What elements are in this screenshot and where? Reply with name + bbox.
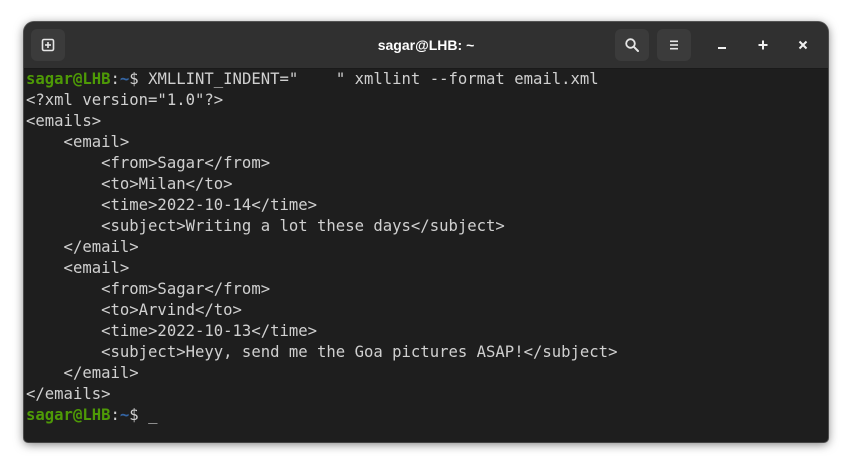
hamburger-menu-icon xyxy=(670,40,678,50)
close-button[interactable] xyxy=(791,33,815,57)
prompt-symbol: $ xyxy=(129,406,149,424)
prompt-path: ~ xyxy=(119,70,130,88)
prompt-user: sagar@LHB xyxy=(26,406,111,424)
prompt-path: ~ xyxy=(119,406,130,424)
close-icon xyxy=(798,40,808,50)
output-line: <from>Sagar</from> xyxy=(26,154,271,172)
terminal-window: sagar@LHB: ~ sagar@LHB:~$ XMLLINT_INDENT… xyxy=(24,22,828,442)
prompt-line: sagar@LHB:~$ _ xyxy=(24,405,828,426)
search-icon xyxy=(625,38,639,52)
search-button[interactable] xyxy=(615,29,649,61)
command-text: XMLLINT_INDENT=" " xmllint --format emai… xyxy=(148,70,599,88)
output-line: <emails> xyxy=(26,112,102,130)
prompt-user: sagar@LHB xyxy=(26,70,111,88)
title-bar[interactable]: sagar@LHB: ~ xyxy=(24,22,828,69)
output-line: <email> xyxy=(26,259,130,277)
terminal-output[interactable]: sagar@LHB:~$ XMLLINT_INDENT=" " xmllint … xyxy=(24,69,828,442)
output-line: <subject>Heyy, send me the Goa pictures … xyxy=(26,343,618,361)
output-line: <time>2022-10-14</time> xyxy=(26,196,318,214)
output-line: <from>Sagar</from> xyxy=(26,280,271,298)
maximize-icon xyxy=(758,40,768,50)
minimize-icon xyxy=(718,47,726,49)
output-line: </email> xyxy=(26,238,139,256)
output-line: <to>Milan</to> xyxy=(26,175,233,193)
output-line: <?xml version="1.0"?> xyxy=(26,91,224,109)
text-cursor: _ xyxy=(148,406,158,424)
prompt-separator: : xyxy=(110,406,120,424)
maximize-button[interactable] xyxy=(751,33,775,57)
output-line: <email> xyxy=(26,133,130,151)
output-line: <to>Arvind</to> xyxy=(26,301,242,319)
prompt-separator: : xyxy=(110,70,120,88)
output-line: </emails> xyxy=(26,385,111,403)
minimize-button[interactable] xyxy=(710,33,734,57)
window-title: sagar@LHB: ~ xyxy=(377,37,475,53)
output-line: <time>2022-10-13</time> xyxy=(26,322,318,340)
output-line: <subject>Writing a lot these days</subje… xyxy=(26,217,505,235)
menu-button[interactable] xyxy=(657,29,691,61)
prompt-line: sagar@LHB:~$ XMLLINT_INDENT=" " xmllint … xyxy=(24,69,828,90)
output-line: </email> xyxy=(26,364,139,382)
prompt-symbol: $ xyxy=(129,70,149,88)
